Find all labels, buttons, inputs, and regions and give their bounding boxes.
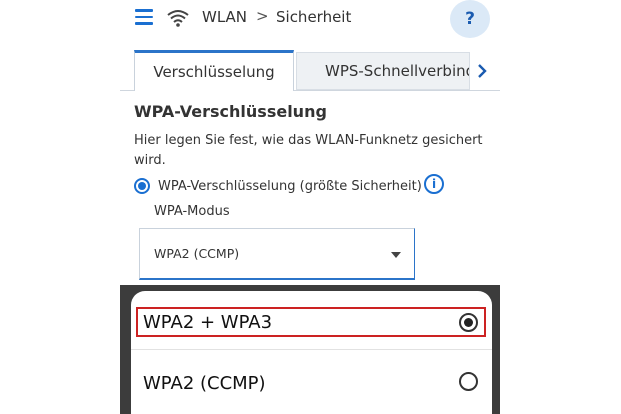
left-margin (0, 0, 120, 414)
info-glyph: i (431, 177, 437, 191)
help-icon: ? (465, 9, 475, 29)
breadcrumb-separator: > (256, 7, 269, 25)
option-radio-selected[interactable] (459, 313, 478, 332)
breadcrumb-wlan[interactable]: WLAN (202, 8, 247, 26)
wpa-radio[interactable] (134, 178, 150, 194)
breadcrumb-current: Sicherheit (276, 8, 352, 26)
wpa-mode-select[interactable]: WPA2 (CCMP) (139, 228, 415, 280)
option-label: WPA2 (CCMP) (143, 373, 266, 394)
section-description: Hier legen Sie fest, wie das WLAN-Funkne… (134, 133, 483, 168)
header-bar: WLAN > Sicherheit ? (120, 0, 500, 40)
info-icon[interactable]: i (424, 174, 444, 194)
select-value: WPA2 (CCMP) (154, 246, 240, 261)
tab-wps[interactable]: WPS-Schnellverbindung (296, 52, 470, 90)
option-label: WPA2 + WPA3 (143, 312, 273, 333)
tab-verschluesselung[interactable]: Verschlüsselung (134, 50, 294, 91)
help-button[interactable]: ? (450, 0, 490, 38)
wifi-icon (167, 10, 189, 27)
wpa-mode-label: WPA-Modus (154, 204, 230, 219)
option-radio[interactable] (459, 372, 478, 391)
options-sheet: WPA2 + WPA3 WPA2 (CCMP) (131, 291, 492, 414)
wpa-radio-label: WPA-Verschlüsselung (größte Sicherheit) (158, 178, 422, 194)
tab-label: WPS-Schnellverbindung (325, 62, 469, 80)
tab-label: Verschlüsselung (153, 63, 275, 81)
dropdown-arrow-icon (391, 252, 401, 258)
option-wpa2-wpa3[interactable]: WPA2 + WPA3 (131, 291, 492, 350)
tab-bar: Verschlüsselung WPS-Schnellverbindung (120, 46, 500, 91)
wpa-radio-row[interactable]: WPA-Verschlüsselung (größte Sicherheit) (134, 176, 422, 196)
chevron-right-icon (478, 64, 487, 78)
menu-icon[interactable] (135, 9, 153, 25)
option-wpa2-ccmp[interactable]: WPA2 (CCMP) (131, 351, 492, 409)
right-margin (500, 0, 621, 414)
tabs-scroll-right-button[interactable] (470, 52, 494, 90)
section-title: WPA-Verschlüsselung (134, 102, 327, 121)
